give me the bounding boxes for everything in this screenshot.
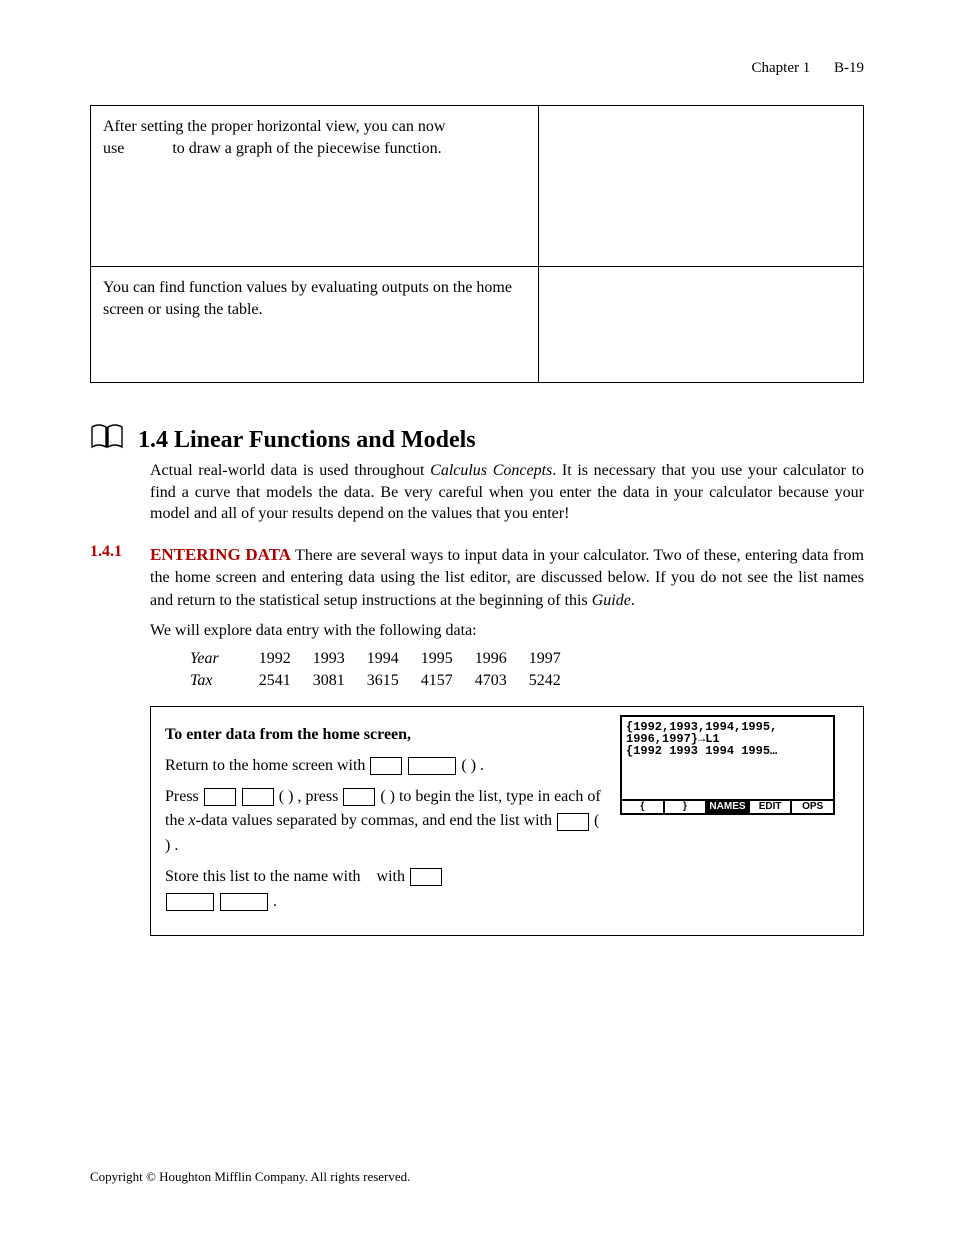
p2c: ) , press [288, 788, 342, 805]
section-heading-row: 1.4 Linear Functions and Models [90, 423, 864, 454]
key-icon [220, 893, 268, 911]
calc-menu-item: { [622, 799, 665, 813]
key-icon [408, 757, 456, 775]
top-r1-c: to draw a graph of the piecewise functio… [172, 140, 441, 157]
cell: 2541 [259, 670, 313, 692]
p3b: with [377, 868, 409, 885]
cell: 1993 [313, 648, 367, 670]
top-info-table: After setting the proper horizontal view… [90, 105, 864, 383]
top-row2-text: You can find function values by evaluati… [91, 267, 539, 383]
key-icon [343, 788, 375, 806]
p2x: x [189, 812, 196, 829]
cell: 1992 [259, 648, 313, 670]
cell: 1997 [529, 648, 583, 670]
top-row1-text: After setting the proper horizontal view… [91, 106, 539, 267]
calc-menubar: { } NAMES EDIT OPS [622, 799, 833, 813]
p3a: Store this list to the name with [165, 868, 365, 885]
section-title: 1.4 Linear Functions and Models [138, 427, 476, 454]
top-row2-image-slot [539, 267, 864, 383]
top-r1-b: use [103, 140, 124, 157]
p2e: -data values separated by commas, and en… [196, 812, 556, 829]
cell: 1996 [475, 648, 529, 670]
cell: 3615 [367, 670, 421, 692]
book-icon [90, 423, 124, 454]
instruction-text: To enter data from the home screen, Retu… [151, 707, 620, 935]
sub-b: return to the statistical setup instruct… [177, 592, 592, 609]
cell: 4157 [421, 670, 475, 692]
chapter-label: Chapter 1 [752, 60, 811, 76]
instr-heading: To enter data from the home screen, [165, 726, 411, 743]
instruction-box: To enter data from the home screen, Retu… [150, 706, 864, 936]
top-r1-a: After setting the proper horizontal view… [103, 118, 445, 135]
calc-screen: {1992,1993,1994,1995, 1996,1997}→L1 {199… [620, 715, 835, 815]
cell: 1994 [367, 648, 421, 670]
row-label-tax: Tax [160, 670, 259, 692]
subsection-body: ENTERING DATA There are several ways to … [150, 543, 864, 612]
intro-a: Actual real-world data is used throughou… [150, 462, 430, 479]
subsection-1-4-1: 1.4.1 ENTERING DATA There are several wa… [90, 543, 864, 612]
calc-line: {1992 1993 1994 1995… [626, 745, 829, 757]
p3c: . [273, 893, 277, 910]
calc-menu-item: } [665, 799, 708, 813]
sub-guide: Guide [592, 592, 631, 609]
table-row: Tax 2541 3081 3615 4157 4703 5242 [160, 670, 583, 692]
cell: 1995 [421, 648, 475, 670]
cell: 3081 [313, 670, 367, 692]
key-icon [242, 788, 274, 806]
cell: 5242 [529, 670, 583, 692]
calc-menu-item: OPS [792, 799, 833, 813]
section-intro: Actual real-world data is used throughou… [150, 460, 864, 525]
calc-menu-item: EDIT [750, 799, 793, 813]
top-row1-image-slot [539, 106, 864, 267]
page-header: Chapter 1 B-19 [90, 60, 864, 77]
page: Chapter 1 B-19 After setting the proper … [0, 0, 954, 1235]
copyright-footer: Copyright © Houghton Mifflin Company. Al… [90, 1169, 410, 1185]
sub-end: . [631, 592, 635, 609]
data-entry-lead: We will explore data entry with the foll… [150, 622, 864, 640]
p1a: Return to the home screen with [165, 757, 369, 774]
p1c: ) . [471, 757, 484, 774]
p2b: ( [279, 788, 288, 805]
intro-ital: Calculus Concepts [430, 462, 552, 479]
p2a: Press [165, 788, 203, 805]
p1b: ( [461, 757, 470, 774]
calculator-screenshot: {1992,1993,1994,1995, 1996,1997}→L1 {199… [620, 707, 863, 935]
key-icon [166, 893, 214, 911]
key-icon [557, 813, 589, 831]
key-icon [410, 868, 442, 886]
sub-mid: and [150, 592, 177, 609]
row-label-year: Year [160, 648, 259, 670]
key-icon [370, 757, 402, 775]
subsection-number: 1.4.1 [90, 543, 140, 612]
table-row: Year 1992 1993 1994 1995 1996 1997 [160, 648, 583, 670]
calc-menu-item: NAMES [707, 799, 750, 813]
year-tax-table: Year 1992 1993 1994 1995 1996 1997 Tax 2… [160, 648, 583, 692]
page-number: B-19 [834, 60, 864, 76]
key-icon [204, 788, 236, 806]
cell: 4703 [475, 670, 529, 692]
subsection-runin: ENTERING DATA [150, 545, 291, 564]
